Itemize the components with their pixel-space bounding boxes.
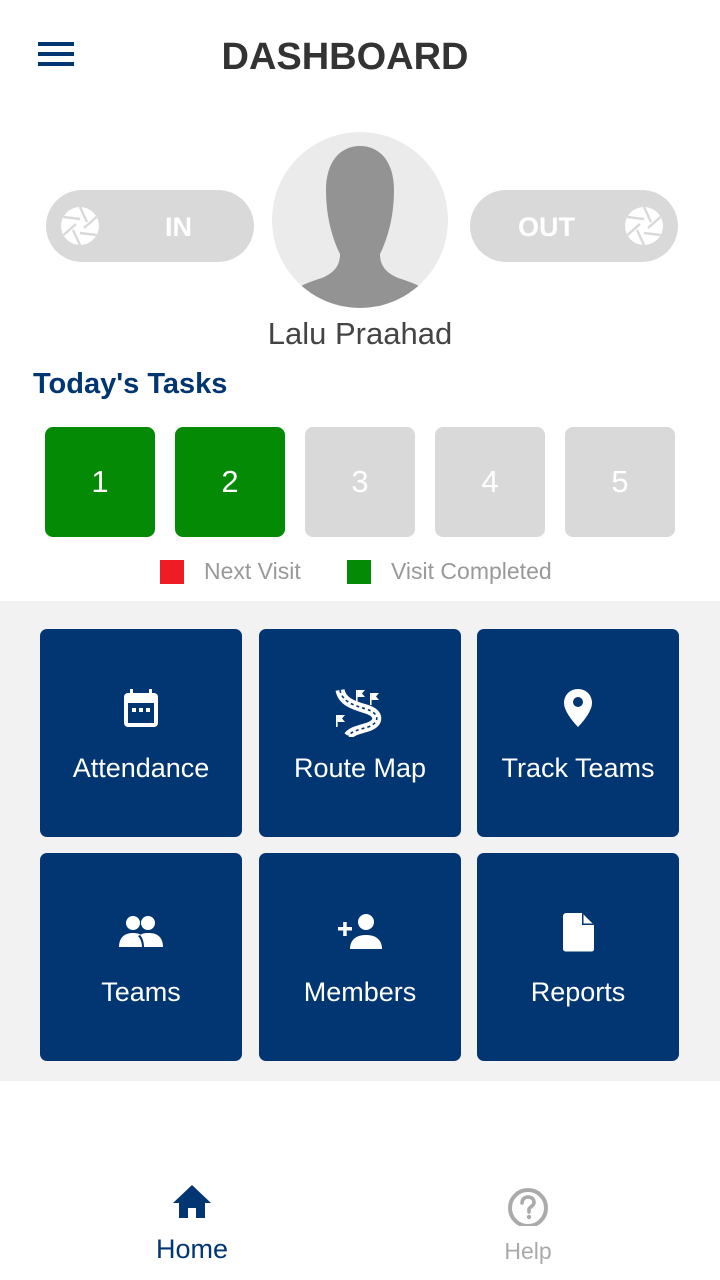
- route-map-tile[interactable]: Route Map: [259, 629, 461, 837]
- reports-label: Reports: [530, 977, 626, 1007]
- add-person-icon: [338, 914, 382, 949]
- members-label: Members: [303, 977, 417, 1007]
- tasks-legend: Next Visit Visit Completed: [0, 558, 720, 588]
- teams-label: Teams: [101, 977, 181, 1007]
- task-number: 5: [611, 464, 629, 499]
- camera-shutter-icon: [61, 206, 99, 246]
- document-icon: [563, 913, 594, 952]
- task-number: 2: [221, 464, 239, 499]
- task-box-5[interactable]: 5: [565, 427, 675, 537]
- task-box-4[interactable]: 4: [435, 427, 545, 537]
- check-in-label: IN: [165, 212, 192, 242]
- help-circle-icon: [508, 1188, 548, 1226]
- task-number: 3: [351, 464, 369, 499]
- route-map-label: Route Map: [293, 753, 427, 783]
- legend-label-next-visit: Next Visit: [204, 558, 301, 584]
- task-number: 1: [91, 464, 109, 499]
- nav-home-label: Home: [155, 1234, 229, 1264]
- attendance-label: Attendance: [72, 753, 210, 783]
- members-tile[interactable]: Members: [259, 853, 461, 1061]
- track-teams-label: Track Teams: [501, 753, 655, 783]
- attendance-tile[interactable]: Attendance: [40, 629, 242, 837]
- task-box-2[interactable]: 2: [175, 427, 285, 537]
- group-icon: [119, 916, 163, 947]
- visit-completed-swatch: [347, 560, 371, 584]
- nav-help[interactable]: Help: [448, 1182, 608, 1272]
- app-header: DASHBOARD: [0, 0, 720, 115]
- check-out-button[interactable]: OUT: [470, 190, 678, 262]
- page-title: DASHBOARD: [221, 36, 469, 78]
- nav-help-label: Help: [504, 1238, 552, 1264]
- task-box-1[interactable]: 1: [45, 427, 155, 537]
- tasks-title: Today's Tasks: [33, 368, 228, 400]
- task-box-3[interactable]: 3: [305, 427, 415, 537]
- location-pin-icon: [564, 689, 592, 727]
- task-number: 4: [481, 464, 499, 499]
- check-in-button[interactable]: IN: [46, 190, 254, 262]
- next-visit-swatch: [160, 560, 184, 584]
- legend-label-visit-completed: Visit Completed: [391, 558, 552, 584]
- user-name: Lalu Praahad: [267, 316, 453, 351]
- check-out-label: OUT: [518, 212, 575, 242]
- home-icon: [173, 1185, 211, 1218]
- avatar[interactable]: [272, 132, 448, 308]
- camera-shutter-icon: [625, 206, 663, 246]
- nav-home[interactable]: Home: [112, 1182, 272, 1272]
- tasks-row: 1 2 3 4 5: [45, 427, 675, 537]
- teams-tile[interactable]: Teams: [40, 853, 242, 1061]
- track-teams-tile[interactable]: Track Teams: [477, 629, 679, 837]
- user-silhouette-icon: [280, 146, 440, 308]
- bottom-nav: Home Help: [0, 1160, 720, 1280]
- calendar-icon: [124, 689, 158, 727]
- reports-tile[interactable]: Reports: [477, 853, 679, 1061]
- route-map-icon: [335, 688, 382, 737]
- menu-grid: Attendance Route Map Track Teams Teams M…: [0, 601, 720, 1081]
